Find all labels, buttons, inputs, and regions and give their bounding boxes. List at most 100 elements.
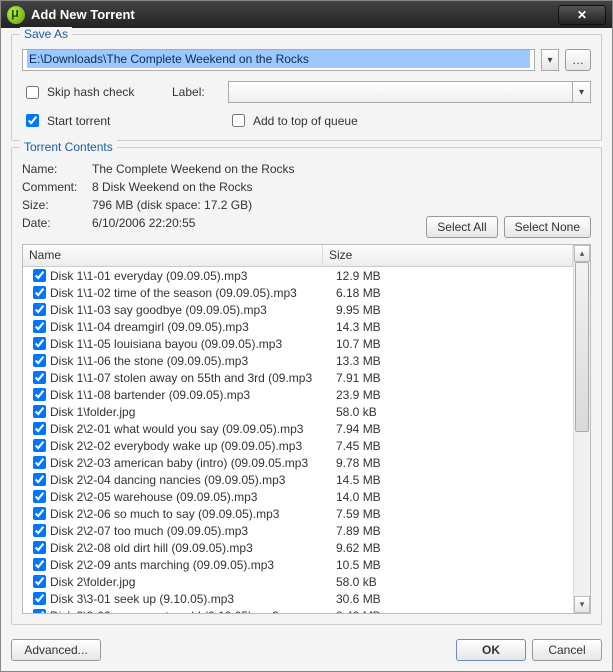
torrent-contents-group: Torrent Contents Name: The Complete Week… — [11, 147, 602, 625]
file-name: Disk 2\2-04 dancing nancies (09.09.05).m… — [50, 473, 330, 487]
file-checkbox[interactable] — [33, 609, 46, 613]
file-size: 9.95 MB — [330, 303, 573, 317]
ok-button[interactable]: OK — [456, 639, 526, 661]
file-row[interactable]: Disk 3\3-02 one sweet world (9.10.05).mp… — [23, 607, 573, 613]
file-size: 7.59 MB — [330, 507, 573, 521]
file-checkbox[interactable] — [33, 286, 46, 299]
file-row[interactable]: Disk 2\2-09 ants marching (09.09.05).mp3… — [23, 556, 573, 573]
file-checkbox[interactable] — [33, 371, 46, 384]
file-name: Disk 3\3-02 one sweet world (9.10.05).mp… — [50, 609, 330, 614]
file-checkbox[interactable] — [33, 456, 46, 469]
save-path-field[interactable] — [22, 49, 535, 71]
file-size: 14.5 MB — [330, 473, 573, 487]
file-checkbox[interactable] — [33, 269, 46, 282]
chevron-down-icon: ▾ — [580, 599, 585, 610]
file-name: Disk 2\2-07 too much (09.09.05).mp3 — [50, 524, 330, 538]
file-checkbox[interactable] — [33, 405, 46, 418]
add-top-input[interactable] — [232, 114, 245, 127]
select-all-button[interactable]: Select All — [426, 216, 497, 238]
file-checkbox[interactable] — [33, 303, 46, 316]
file-row[interactable]: Disk 1\1-05 louisiana bayou (09.09.05).m… — [23, 335, 573, 352]
save-as-label: Save As — [20, 27, 72, 41]
file-checkbox[interactable] — [33, 524, 46, 537]
file-name: Disk 1\1-01 everyday (09.09.05).mp3 — [50, 269, 330, 283]
file-row[interactable]: Disk 2\2-01 what would you say (09.09.05… — [23, 420, 573, 437]
file-row[interactable]: Disk 1\1-06 the stone (09.09.05).mp313.3… — [23, 352, 573, 369]
file-row[interactable]: Disk 2\folder.jpg58.0 kB — [23, 573, 573, 590]
select-none-button[interactable]: Select None — [504, 216, 591, 238]
file-row[interactable]: Disk 2\2-04 dancing nancies (09.09.05).m… — [23, 471, 573, 488]
column-header-name[interactable]: Name — [23, 245, 323, 266]
file-row[interactable]: Disk 1\1-08 bartender (09.09.05).mp323.9… — [23, 386, 573, 403]
file-checkbox[interactable] — [33, 320, 46, 333]
file-row[interactable]: Disk 2\2-06 so much to say (09.09.05).mp… — [23, 505, 573, 522]
file-row[interactable]: Disk 1\folder.jpg58.0 kB — [23, 403, 573, 420]
ellipsis-icon: … — [572, 53, 584, 67]
file-list: Name Size Disk 1\1-01 everyday (09.09.05… — [22, 244, 591, 614]
file-row[interactable]: Disk 1\1-03 say goodbye (09.09.05).mp39.… — [23, 301, 573, 318]
file-name: Disk 2\folder.jpg — [50, 575, 330, 589]
file-name: Disk 2\2-02 everybody wake up (09.09.05)… — [50, 439, 330, 453]
file-checkbox[interactable] — [33, 558, 46, 571]
file-size: 14.0 MB — [330, 490, 573, 504]
file-checkbox[interactable] — [33, 592, 46, 605]
start-torrent-input[interactable] — [26, 114, 39, 127]
column-header-size[interactable]: Size — [323, 245, 573, 266]
file-name: Disk 2\2-05 warehouse (09.09.05).mp3 — [50, 490, 330, 504]
scroll-up-button[interactable]: ▴ — [574, 245, 590, 262]
scroll-thumb[interactable] — [575, 262, 589, 432]
file-checkbox[interactable] — [33, 439, 46, 452]
file-name: Disk 1\1-02 time of the season (09.09.05… — [50, 286, 330, 300]
label-select[interactable]: ▾ — [228, 81, 591, 103]
file-checkbox[interactable] — [33, 575, 46, 588]
save-path-dropdown-button[interactable]: ▾ — [541, 49, 559, 71]
skip-hash-input[interactable] — [26, 86, 39, 99]
file-row[interactable]: Disk 1\1-01 everyday (09.09.05).mp312.9 … — [23, 267, 573, 284]
file-checkbox[interactable] — [33, 541, 46, 554]
file-checkbox[interactable] — [33, 388, 46, 401]
save-path-input[interactable] — [27, 50, 530, 68]
file-checkbox[interactable] — [33, 337, 46, 350]
file-row[interactable]: Disk 2\2-07 too much (09.09.05).mp37.89 … — [23, 522, 573, 539]
file-checkbox[interactable] — [33, 422, 46, 435]
dialog-footer: Advanced... OK Cancel — [11, 631, 602, 661]
file-checkbox[interactable] — [33, 473, 46, 486]
close-button[interactable]: ✕ — [558, 5, 606, 25]
start-torrent-checkbox[interactable]: Start torrent — [22, 111, 172, 130]
file-size: 58.0 kB — [330, 405, 573, 419]
scroll-track[interactable] — [574, 262, 590, 596]
file-size: 58.0 kB — [330, 575, 573, 589]
file-name: Disk 1\1-03 say goodbye (09.09.05).mp3 — [50, 303, 330, 317]
file-checkbox[interactable] — [33, 507, 46, 520]
skip-hash-checkbox[interactable]: Skip hash check — [22, 83, 172, 102]
titlebar: Add New Torrent ✕ — [1, 1, 612, 28]
file-row[interactable]: Disk 2\2-08 old dirt hill (09.09.05).mp3… — [23, 539, 573, 556]
file-size: 7.45 MB — [330, 439, 573, 453]
file-size: 12.9 MB — [330, 269, 573, 283]
browse-button[interactable]: … — [565, 49, 591, 71]
advanced-button[interactable]: Advanced... — [11, 639, 101, 661]
scroll-down-button[interactable]: ▾ — [574, 596, 590, 613]
add-top-checkbox[interactable]: Add to top of queue — [228, 111, 591, 130]
meta-date-value: 6/10/2006 22:20:55 — [92, 216, 426, 238]
file-size: 7.89 MB — [330, 524, 573, 538]
file-row[interactable]: Disk 1\1-04 dreamgirl (09.09.05).mp314.3… — [23, 318, 573, 335]
file-size: 7.94 MB — [330, 422, 573, 436]
file-row[interactable]: Disk 3\3-01 seek up (9.10.05).mp330.6 MB — [23, 590, 573, 607]
label-caption: Label: — [172, 85, 228, 99]
file-row[interactable]: Disk 1\1-07 stolen away on 55th and 3rd … — [23, 369, 573, 386]
file-row[interactable]: Disk 2\2-03 american baby (intro) (09.09… — [23, 454, 573, 471]
cancel-button[interactable]: Cancel — [532, 639, 602, 661]
file-row[interactable]: Disk 1\1-02 time of the season (09.09.05… — [23, 284, 573, 301]
file-name: Disk 1\1-06 the stone (09.09.05).mp3 — [50, 354, 330, 368]
file-row[interactable]: Disk 2\2-02 everybody wake up (09.09.05)… — [23, 437, 573, 454]
meta-comment-key: Comment: — [22, 180, 92, 194]
file-checkbox[interactable] — [33, 354, 46, 367]
torrent-contents-label: Torrent Contents — [20, 140, 117, 154]
file-size: 13.3 MB — [330, 354, 573, 368]
file-size: 14.3 MB — [330, 320, 573, 334]
file-name: Disk 1\1-08 bartender (09.09.05).mp3 — [50, 388, 330, 402]
file-row[interactable]: Disk 2\2-05 warehouse (09.09.05).mp314.0… — [23, 488, 573, 505]
file-checkbox[interactable] — [33, 490, 46, 503]
scrollbar[interactable]: ▴ ▾ — [573, 245, 590, 613]
